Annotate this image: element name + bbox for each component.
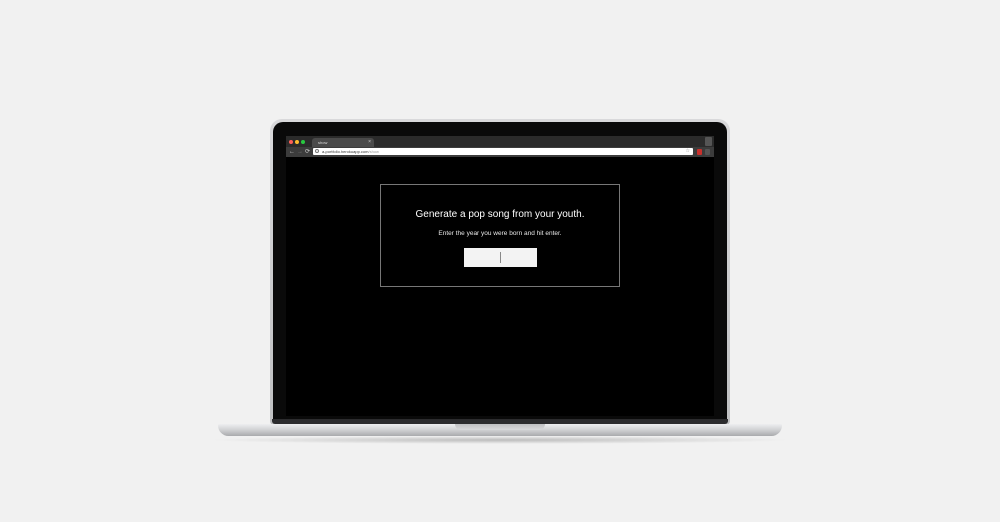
laptop-shadow (208, 436, 792, 444)
info-icon[interactable] (315, 149, 319, 153)
minimize-window-icon[interactable] (295, 140, 299, 144)
browser-menu-icon[interactable] (705, 137, 712, 146)
tab-close-icon[interactable]: × (368, 138, 371, 147)
browser-toolbar: ← → ⟳ a-portfolio.herokuapp.com/show ☆ (286, 147, 714, 157)
maximize-window-icon[interactable] (301, 140, 305, 144)
text-caret (500, 252, 501, 263)
url-path: /show (368, 149, 379, 154)
laptop-screen: show × ← → ⟳ a-portfolio.herokuapp.com/s… (286, 136, 714, 416)
reload-icon[interactable]: ⟳ (305, 148, 310, 156)
browser-tab-bar: show × (286, 136, 714, 147)
url-host: a-portfolio.herokuapp.com (322, 149, 369, 154)
address-bar[interactable]: a-portfolio.herokuapp.com/show ☆ (313, 148, 693, 155)
extension-icon-2[interactable] (705, 149, 710, 155)
browser-tab[interactable]: show × (312, 138, 374, 147)
mockup-stage: show × ← → ⟳ a-portfolio.herokuapp.com/s… (0, 0, 1000, 522)
close-window-icon[interactable] (289, 140, 293, 144)
extension-icon[interactable] (697, 149, 702, 155)
forward-arrow-icon[interactable]: → (297, 148, 303, 156)
laptop-opening-notch (455, 424, 545, 430)
page-headline: Generate a pop song from your youth. (415, 209, 585, 220)
tab-title: show (318, 140, 328, 145)
song-generator-panel: Generate a pop song from your youth. Ent… (380, 184, 620, 287)
back-arrow-icon[interactable]: ← (289, 148, 295, 156)
bookmark-star-icon[interactable]: ☆ (686, 148, 690, 155)
instruction-text: Enter the year you were born and hit ent… (438, 230, 562, 237)
